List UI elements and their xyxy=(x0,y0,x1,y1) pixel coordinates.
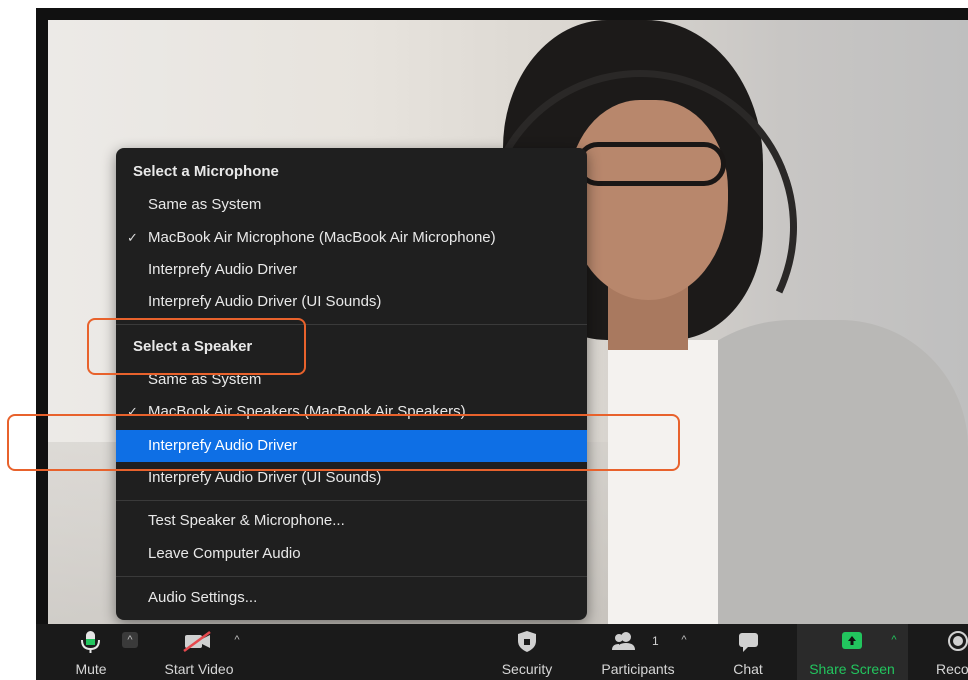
menu-item-label: Audio Settings... xyxy=(148,589,258,606)
menu-item-mic-same-as-system[interactable]: Same as System xyxy=(116,191,587,219)
participants-label: Participants xyxy=(601,661,675,677)
menu-item-label: Interprefy Audio Driver (UI Sounds) xyxy=(148,293,382,310)
chat-label: Chat xyxy=(733,661,763,677)
menu-divider xyxy=(116,500,587,501)
video-person-shirt xyxy=(608,340,718,632)
shield-icon xyxy=(492,628,562,654)
menu-item-label: Interprefy Audio Driver xyxy=(148,261,298,278)
record-button[interactable]: Reco xyxy=(930,624,968,680)
menu-item-label: Leave Computer Audio xyxy=(148,545,301,562)
menu-item-mic-interprefy[interactable]: Interprefy Audio Driver xyxy=(116,256,587,284)
record-label: Reco xyxy=(936,661,968,677)
start-video-label: Start Video xyxy=(164,661,234,677)
mute-label: Mute xyxy=(75,661,107,677)
chat-bubble-icon xyxy=(720,628,776,654)
menu-item-label: Test Speaker & Microphone... xyxy=(148,512,345,529)
participants-options-caret[interactable]: ^ xyxy=(676,632,692,648)
menu-item-test-speaker-microphone[interactable]: Test Speaker & Microphone... xyxy=(116,507,587,535)
menu-item-label: MacBook Air Microphone (MacBook Air Micr… xyxy=(148,229,496,246)
security-label: Security xyxy=(501,661,553,677)
annotation-highlight-selected-speaker xyxy=(7,414,680,471)
participants-icon: 1 xyxy=(588,628,688,654)
menu-item-mic-macbook-air[interactable]: ✓ MacBook Air Microphone (MacBook Air Mi… xyxy=(116,224,587,252)
checkmark-icon: ✓ xyxy=(127,230,138,245)
microphone-section-header: Select a Microphone xyxy=(116,158,587,186)
menu-item-mic-interprefy-ui-sounds[interactable]: Interprefy Audio Driver (UI Sounds) xyxy=(116,288,587,316)
mute-button[interactable]: Mute xyxy=(66,624,116,680)
annotation-highlight-speaker-header xyxy=(87,318,306,375)
menu-item-label: Same as System xyxy=(148,196,262,213)
security-button[interactable]: Security xyxy=(492,624,562,680)
menu-item-leave-computer-audio[interactable]: Leave Computer Audio xyxy=(116,540,587,568)
audio-options-caret[interactable]: ^ xyxy=(122,632,138,648)
chat-button[interactable]: Chat xyxy=(720,624,776,680)
menu-divider xyxy=(116,576,587,577)
share-screen-options-caret[interactable]: ^ xyxy=(886,632,902,648)
record-icon xyxy=(930,628,968,654)
microphone-header-label: Select a Microphone xyxy=(133,163,279,180)
share-screen-label: Share Screen xyxy=(809,661,895,677)
video-options-caret[interactable]: ^ xyxy=(229,632,245,648)
participants-button[interactable]: 1 Participants xyxy=(588,624,688,680)
audio-options-menu: Select a Microphone Same as System ✓ Mac… xyxy=(116,148,587,620)
meeting-toolbar: Mute ^ Start Video ^ Security 1 Particip… xyxy=(36,624,968,680)
menu-item-audio-settings[interactable]: Audio Settings... xyxy=(116,584,587,612)
participants-count: 1 xyxy=(652,634,659,648)
microphone-icon xyxy=(66,628,116,654)
